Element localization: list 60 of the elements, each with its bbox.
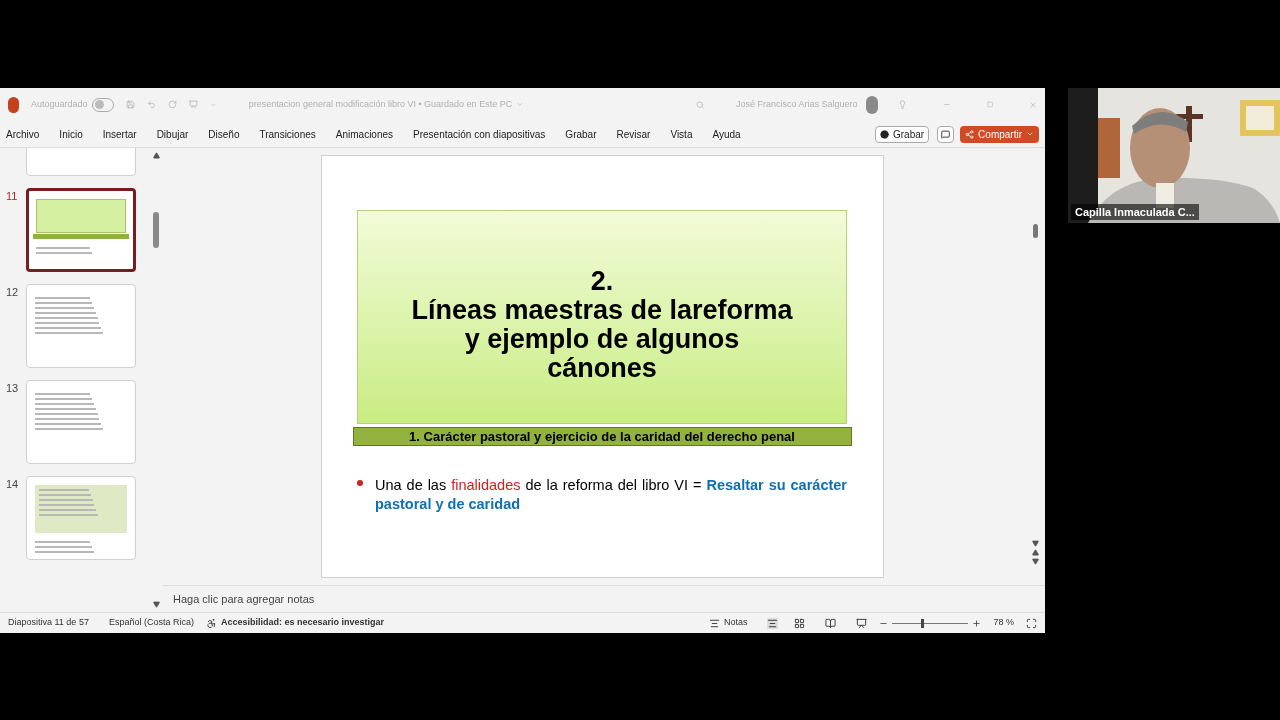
accessibility-icon (205, 617, 217, 629)
scrollbar-thumb[interactable] (1032, 224, 1038, 238)
slide-title: y ejemplo de algunos (464, 325, 740, 354)
normal-view-icon[interactable] (767, 617, 779, 629)
app-logo-icon (8, 96, 20, 113)
ribbon-tab[interactable]: Grabar (565, 126, 597, 142)
user-avatar[interactable] (865, 95, 878, 114)
caret-icon (1026, 130, 1034, 138)
scroll-up-icon[interactable] (152, 152, 160, 159)
present-icon[interactable] (189, 98, 198, 111)
notes-icon (708, 617, 720, 629)
ribbon-tab[interactable]: Vista (670, 126, 693, 142)
slide-thumbnail[interactable] (26, 188, 136, 272)
ribbon-tab[interactable]: Dibujar (156, 126, 189, 142)
sorter-view-icon[interactable] (794, 617, 806, 629)
save-icon[interactable] (126, 98, 136, 111)
ribbon-tab[interactable]: Revisar (616, 126, 651, 142)
bullet-text: Una de las finalidades de la reforma del libro VI = Resaltar su carácter pastoral y de caridad (375, 476, 847, 514)
accessibility-status[interactable]: Accesibilidad: es necesario investigar (220, 616, 384, 630)
scroll-down-icon[interactable] (152, 601, 160, 608)
scrollbar-thumb[interactable] (153, 212, 159, 248)
ribbon-tab[interactable]: Animaciones (335, 126, 394, 142)
participant-name: Capilla Inmaculada C... (1071, 203, 1199, 220)
slide-title: 2. (590, 267, 614, 296)
zoom-in-icon[interactable] (972, 618, 982, 628)
ribbon-tab[interactable]: Presentación con diapositivas (413, 126, 546, 142)
record-icon (879, 129, 889, 139)
user-name: José Francisco Arias Salguero (736, 97, 858, 111)
slide-number: 14 (6, 477, 20, 492)
scroll-down-icon[interactable] (1031, 540, 1039, 547)
notes-placeholder[interactable]: Haga clic para agregar notas (173, 590, 315, 608)
share-button[interactable]: Compartir (960, 125, 1039, 143)
slide-number: 11 (6, 189, 19, 204)
ribbon-tab[interactable]: Insertar (102, 126, 137, 142)
slideshow-icon[interactable] (856, 617, 868, 629)
ribbon-tab[interactable]: Inicio (59, 126, 83, 142)
slide-number: 12 (6, 285, 20, 300)
record-button[interactable]: Grabar (874, 125, 930, 143)
ribbon-tab[interactable]: Transiciones (259, 126, 316, 142)
previous-slide-icon[interactable] (1031, 549, 1039, 556)
ribbon-tab[interactable]: Archivo (6, 126, 40, 142)
comment-icon (941, 129, 951, 139)
fit-slide-icon[interactable] (1026, 617, 1037, 629)
zoom-level[interactable]: 78 % (993, 616, 1014, 630)
next-slide-icon[interactable] (1031, 558, 1039, 565)
language-label[interactable]: Español (Costa Rica) (108, 616, 194, 630)
reading-view-icon[interactable] (825, 617, 837, 629)
slide-title: cánones (547, 354, 657, 383)
ribbon-tab[interactable]: Diseño (208, 126, 240, 142)
bullet-icon (357, 480, 363, 486)
notes-button[interactable]: Notas (708, 616, 748, 630)
slide-subtitle: 1. Carácter pastoral y ejercicio de la caridad del derecho penal (352, 427, 852, 446)
slide-counter: Diapositiva 11 de 57 (8, 616, 89, 630)
ribbon-tab[interactable]: Ayuda (712, 126, 741, 142)
autosave-label: Autoguardado (31, 97, 88, 111)
comments-button[interactable] (937, 125, 955, 143)
redo-icon[interactable] (168, 98, 177, 111)
slide-number: 13 (6, 381, 20, 396)
share-icon (965, 129, 975, 139)
slide-title: Líneas maestras de lareforma (411, 296, 793, 325)
